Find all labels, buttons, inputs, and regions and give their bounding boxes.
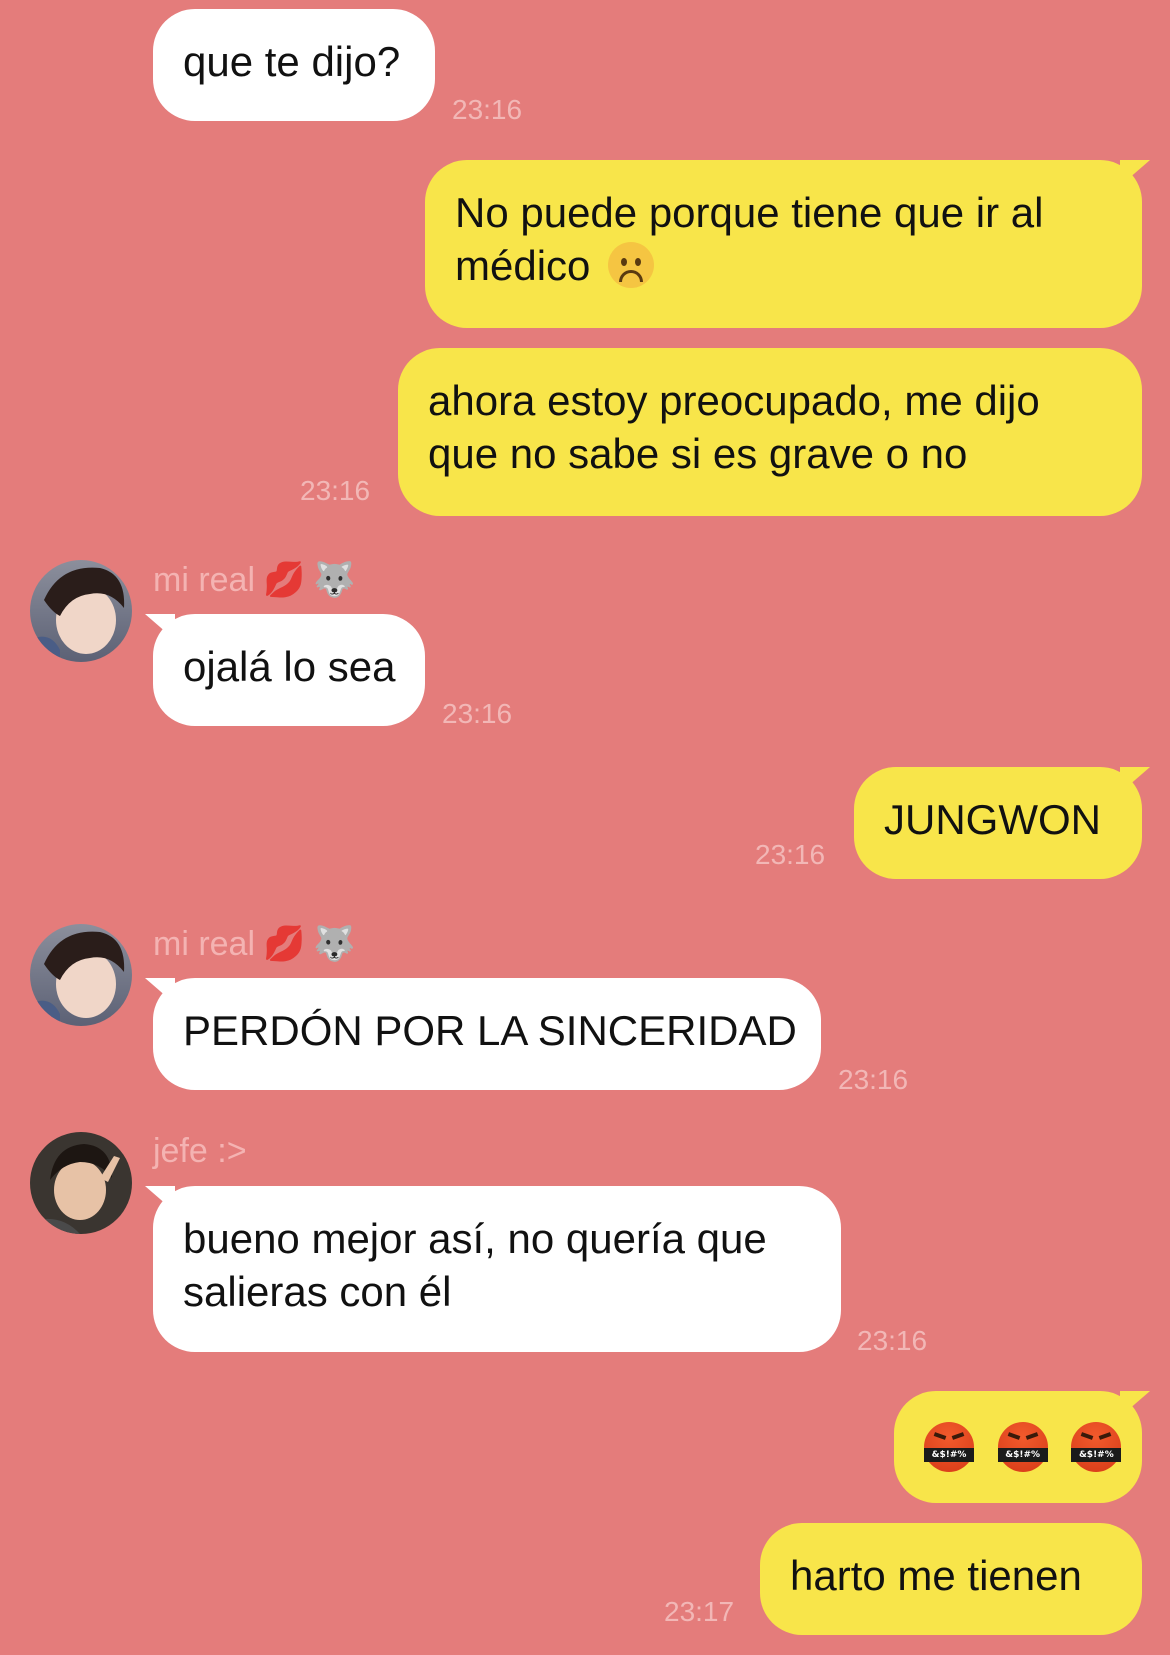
- message-text: PERDÓN POR LA SINCERIDAD: [183, 1007, 797, 1054]
- message-text: ojalá lo sea: [183, 643, 396, 690]
- wolf-icon: 🐺: [313, 561, 356, 599]
- message-text-line: bueno mejor así, no quería que: [183, 1215, 767, 1262]
- message-timestamp: 23:17: [664, 1596, 735, 1627]
- message-timestamp: 23:16: [442, 698, 513, 729]
- sender-name: mi real 💋 🐺: [153, 560, 356, 600]
- angry-face-with-symbols-icon: &$!#%: [1071, 1421, 1122, 1472]
- wolf-icon: 🐺: [313, 925, 356, 963]
- avatar-photo: [30, 560, 132, 662]
- message-bubble-incoming[interactable]: PERDÓN POR LA SINCERIDAD: [145, 978, 821, 1090]
- message-text-line: que no sabe si es grave o no: [428, 430, 968, 477]
- message-bubble-incoming[interactable]: ojalá lo sea: [145, 614, 425, 726]
- message-text-line: médico: [455, 242, 591, 289]
- message-text: JUNGWON: [884, 796, 1101, 843]
- message-text-line: No puede porque tiene que ir al: [455, 189, 1044, 236]
- angry-face-with-symbols-icon: &$!#%: [924, 1421, 974, 1472]
- message-timestamp: 23:16: [857, 1325, 928, 1356]
- message-timestamp: 23:16: [452, 94, 523, 125]
- message-bubble-outgoing[interactable]: JUNGWON: [854, 767, 1150, 879]
- message-timestamp: 23:16: [838, 1064, 909, 1095]
- message-bubble-incoming[interactable]: bueno mejor así, no quería que salieras …: [145, 1186, 841, 1352]
- message-text-line: salieras con él: [183, 1268, 452, 1315]
- kiss-mark-icon: 💋: [263, 925, 306, 963]
- message-timestamp: 23:16: [300, 475, 371, 506]
- message-bubble-outgoing[interactable]: &$!#% &$!#% &$!#%: [894, 1391, 1150, 1503]
- avatar[interactable]: [30, 924, 132, 1026]
- message-text: que te dijo?: [183, 38, 401, 85]
- message-text: harto me tienen: [790, 1552, 1082, 1599]
- sender-name: jefe :>: [153, 1132, 247, 1170]
- message-bubble-outgoing[interactable]: No puede porque tiene que ir al médico: [425, 160, 1150, 328]
- message-bubble-incoming[interactable]: que te dijo?: [153, 9, 435, 121]
- avatar-photo: [30, 924, 132, 1026]
- message-timestamp: 23:16: [755, 839, 826, 870]
- message-text-line: ahora estoy preocupado, me dijo: [428, 377, 1040, 424]
- avatar[interactable]: [30, 560, 132, 662]
- message-bubble-outgoing[interactable]: ahora estoy preocupado, me dijo que no s…: [398, 348, 1142, 516]
- avatar-photo: [30, 1132, 132, 1234]
- kiss-mark-icon: 💋: [263, 561, 306, 599]
- angry-face-with-symbols-icon: &$!#%: [997, 1421, 1048, 1472]
- sender-name: mi real 💋 🐺: [153, 924, 356, 964]
- frowning-face-icon: [608, 241, 655, 288]
- message-bubble-outgoing[interactable]: harto me tienen: [760, 1523, 1142, 1635]
- avatar[interactable]: [30, 1132, 132, 1234]
